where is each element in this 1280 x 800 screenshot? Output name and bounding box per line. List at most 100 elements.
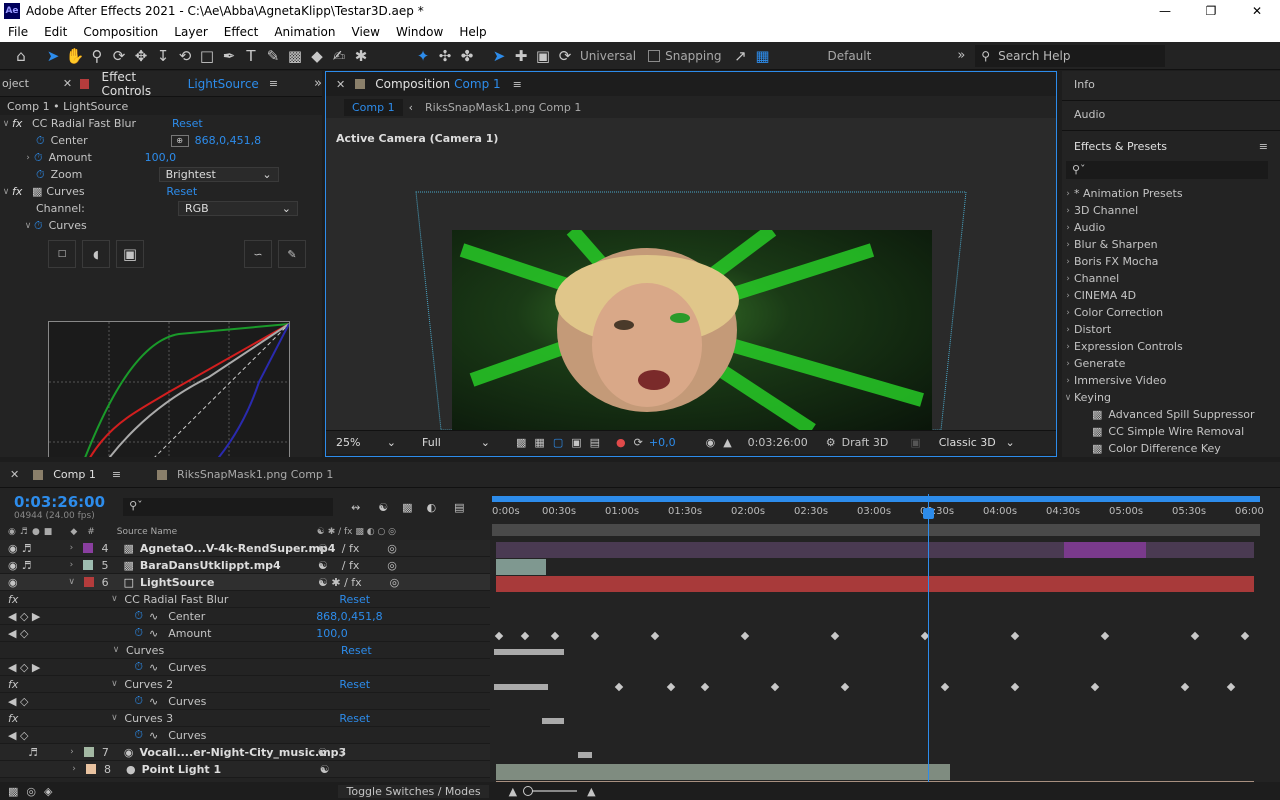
workspace-label[interactable]: Default — [827, 49, 871, 63]
dolly-tool-icon[interactable]: ↧ — [152, 45, 174, 67]
eye-icon[interactable]: ◉ — [8, 576, 18, 589]
magnification-dropdown[interactable]: 25% ⌄ — [330, 435, 402, 450]
effect-item[interactable]: ▩ CC Simple Wire Removal — [1062, 423, 1280, 440]
center-value[interactable]: 868,0,451,8 — [195, 134, 261, 147]
category-item[interactable]: › Generate — [1062, 355, 1280, 372]
speaker-icon[interactable]: ♬ — [22, 542, 32, 555]
reset-button[interactable]: Reset — [339, 678, 370, 691]
view-axis-icon[interactable]: ✤ — [456, 45, 478, 67]
effect-prop-row[interactable]: fx ∨ Curves 3 Reset — [0, 710, 490, 727]
toggle-switches-modes[interactable]: Toggle Switches / Modes — [338, 784, 489, 798]
timeline-timecode[interactable]: 0:03:26:00 — [14, 493, 105, 511]
snap-edge-icon[interactable]: ↗ — [729, 45, 751, 67]
effect-prop-row[interactable]: fx ∨ CC Radial Fast Blur Reset — [0, 591, 490, 608]
speaker-icon[interactable]: ♬ — [28, 746, 38, 759]
composition-tab-label[interactable]: Composition — [375, 77, 450, 91]
property-row[interactable]: ◀ ◇ ⏱ ∿ Curves — [0, 727, 490, 744]
puppet-pin-icon[interactable]: ✱ — [350, 45, 372, 67]
menu-layer[interactable]: Layer — [166, 25, 215, 39]
menu-effect[interactable]: Effect — [216, 25, 267, 39]
mask-visibility-icon[interactable]: ▢ — [553, 436, 563, 449]
panel-menu-icon[interactable]: ≡ — [1259, 140, 1268, 153]
3d-view-icon[interactable]: ▣ — [910, 436, 920, 449]
category-item[interactable]: › Audio — [1062, 219, 1280, 236]
project-tab[interactable]: oject — [2, 77, 29, 90]
brush-tool-icon[interactable]: ✎ — [262, 45, 284, 67]
eye-icon[interactable]: ◉ — [8, 559, 18, 572]
info-panel-tab[interactable]: Info — [1062, 71, 1280, 101]
effect-controls-layer[interactable]: LightSource — [188, 77, 259, 91]
eye-icon[interactable]: ◉ — [8, 542, 18, 555]
keyframe-track-center[interactable] — [492, 628, 1254, 644]
guides-icon[interactable]: ▤ — [590, 436, 600, 449]
3d-view-dropdown[interactable]: Classic 3D ⌄ — [932, 435, 1021, 450]
amount-value[interactable]: 100,0 — [316, 627, 348, 640]
center-target-icon[interactable]: ⊕ — [170, 134, 189, 147]
layer-bar[interactable] — [496, 764, 950, 780]
snapshot-icon[interactable]: ◉ — [706, 436, 716, 449]
search-help-field[interactable]: ⚲ Search Help — [975, 44, 1166, 67]
category-item[interactable]: › CINEMA 4D — [1062, 287, 1280, 304]
zoom-out-icon[interactable]: ▲ — [509, 785, 517, 798]
effects-search-field[interactable]: ⚲ˇ — [1066, 161, 1268, 179]
local-axis-icon[interactable]: ✦ — [412, 45, 434, 67]
speaker-icon[interactable]: ♬ — [22, 559, 32, 572]
effects-presets-title[interactable]: Effects & Presets — [1074, 140, 1167, 153]
draft-3d-icon[interactable]: ☯ — [378, 501, 388, 514]
effect-row-ccrfb[interactable]: ∨ fx CC Radial Fast Blur Reset — [0, 115, 322, 132]
reset-button[interactable]: Reset — [172, 117, 203, 130]
reset-button[interactable]: Reset — [341, 644, 372, 657]
exposure-value[interactable]: +0,0 — [649, 436, 676, 449]
comp-flow-icon[interactable]: ▩ — [8, 785, 18, 798]
type-tool-icon[interactable]: T — [240, 45, 262, 67]
composition-tab-comp[interactable]: Comp 1 — [454, 77, 500, 91]
property-row[interactable]: ◀ ◇ ⏱ ∿ Curves — [0, 693, 490, 710]
time-ruler[interactable]: 0:00s 00:30s 01:00s 01:30s 02:00s 02:30s… — [492, 502, 1264, 522]
renderer-label[interactable]: Draft 3D — [842, 436, 889, 449]
category-item[interactable]: › Boris FX Mocha — [1062, 253, 1280, 270]
curves-graph[interactable] — [48, 321, 290, 457]
current-time-display[interactable]: 0:03:26:00 — [748, 436, 808, 449]
minimize-button[interactable]: — — [1142, 4, 1188, 18]
panel-menu-icon[interactable]: ≡ — [112, 468, 121, 481]
stopwatch-icon[interactable]: ⏱ — [34, 219, 43, 233]
effect-prop-row[interactable]: fx ∨ Curves 2 Reset — [0, 676, 490, 693]
fast-preview-icon[interactable]: ▩ — [516, 436, 526, 449]
orbit-tool-icon[interactable]: ⟳ — [108, 45, 130, 67]
eraser-tool-icon[interactable]: ◆ — [306, 45, 328, 67]
breadcrumb-rikssnap[interactable]: RiksSnapMask1.png Comp 1 — [425, 101, 581, 114]
panel-menu-icon[interactable]: ≡ — [269, 77, 278, 90]
timeline-zoom-slider[interactable] — [523, 786, 578, 796]
world-axis-icon[interactable]: ✣ — [434, 45, 456, 67]
color-channels-icon[interactable]: ● — [616, 436, 626, 449]
pen-tool-icon[interactable]: ✒ — [218, 45, 240, 67]
curves-bezier-icon[interactable]: ∽ — [244, 240, 272, 268]
graph-editor-icon[interactable]: ▤ — [454, 501, 464, 514]
channel-dropdown[interactable]: RGB ⌄ — [178, 201, 298, 216]
zoom-dropdown[interactable]: Brightest ⌄ — [158, 167, 279, 182]
category-item[interactable]: › 3D Channel — [1062, 202, 1280, 219]
renderer-icon[interactable]: ⚙ — [826, 436, 836, 449]
timeline-tracks[interactable]: 0:00s 00:30s 01:00s 01:30s 02:00s 02:30s… — [492, 494, 1264, 800]
property-row[interactable]: ◀ ◇ ⏱ ∿ Amount 100,0 — [0, 625, 490, 642]
timeline-tab-comp1[interactable]: Comp 1 — [53, 468, 96, 481]
curves-pencil-icon[interactable]: ✎ — [278, 240, 306, 268]
keyframe-cluster[interactable] — [494, 649, 564, 655]
category-item[interactable]: › Expression Controls — [1062, 338, 1280, 355]
layer-bar-highlight[interactable] — [1064, 542, 1146, 558]
menu-composition[interactable]: Composition — [75, 25, 166, 39]
rotate-tool-icon[interactable]: ⟲ — [174, 45, 196, 67]
breadcrumb-comp1[interactable]: Comp 1 — [344, 98, 403, 116]
workspace-overflow-icon[interactable]: » — [957, 48, 965, 63]
effect-prop-row[interactable]: ∨ Curves Reset — [0, 642, 490, 659]
menu-edit[interactable]: Edit — [36, 25, 75, 39]
expand-panels-icon[interactable]: » — [314, 76, 322, 91]
category-item[interactable]: › Distort — [1062, 321, 1280, 338]
layer-row[interactable]: ◉ ♬ › 5 ▩ BaraDansUtklippt.mp4 ☯ ∕ fx ◎ — [0, 557, 490, 574]
roto-brush-icon[interactable]: ✍ — [328, 45, 350, 67]
hand-tool-icon[interactable]: ✋ — [64, 45, 86, 67]
scale-3d-icon[interactable]: ▣ — [532, 45, 554, 67]
property-row[interactable]: ◀ ◇ ▶ ⏱ ∿ Curves — [0, 659, 490, 676]
effect-item[interactable]: ▩ Advanced Spill Suppressor — [1062, 406, 1280, 423]
snap-grid-icon[interactable]: ▦ — [751, 45, 773, 67]
